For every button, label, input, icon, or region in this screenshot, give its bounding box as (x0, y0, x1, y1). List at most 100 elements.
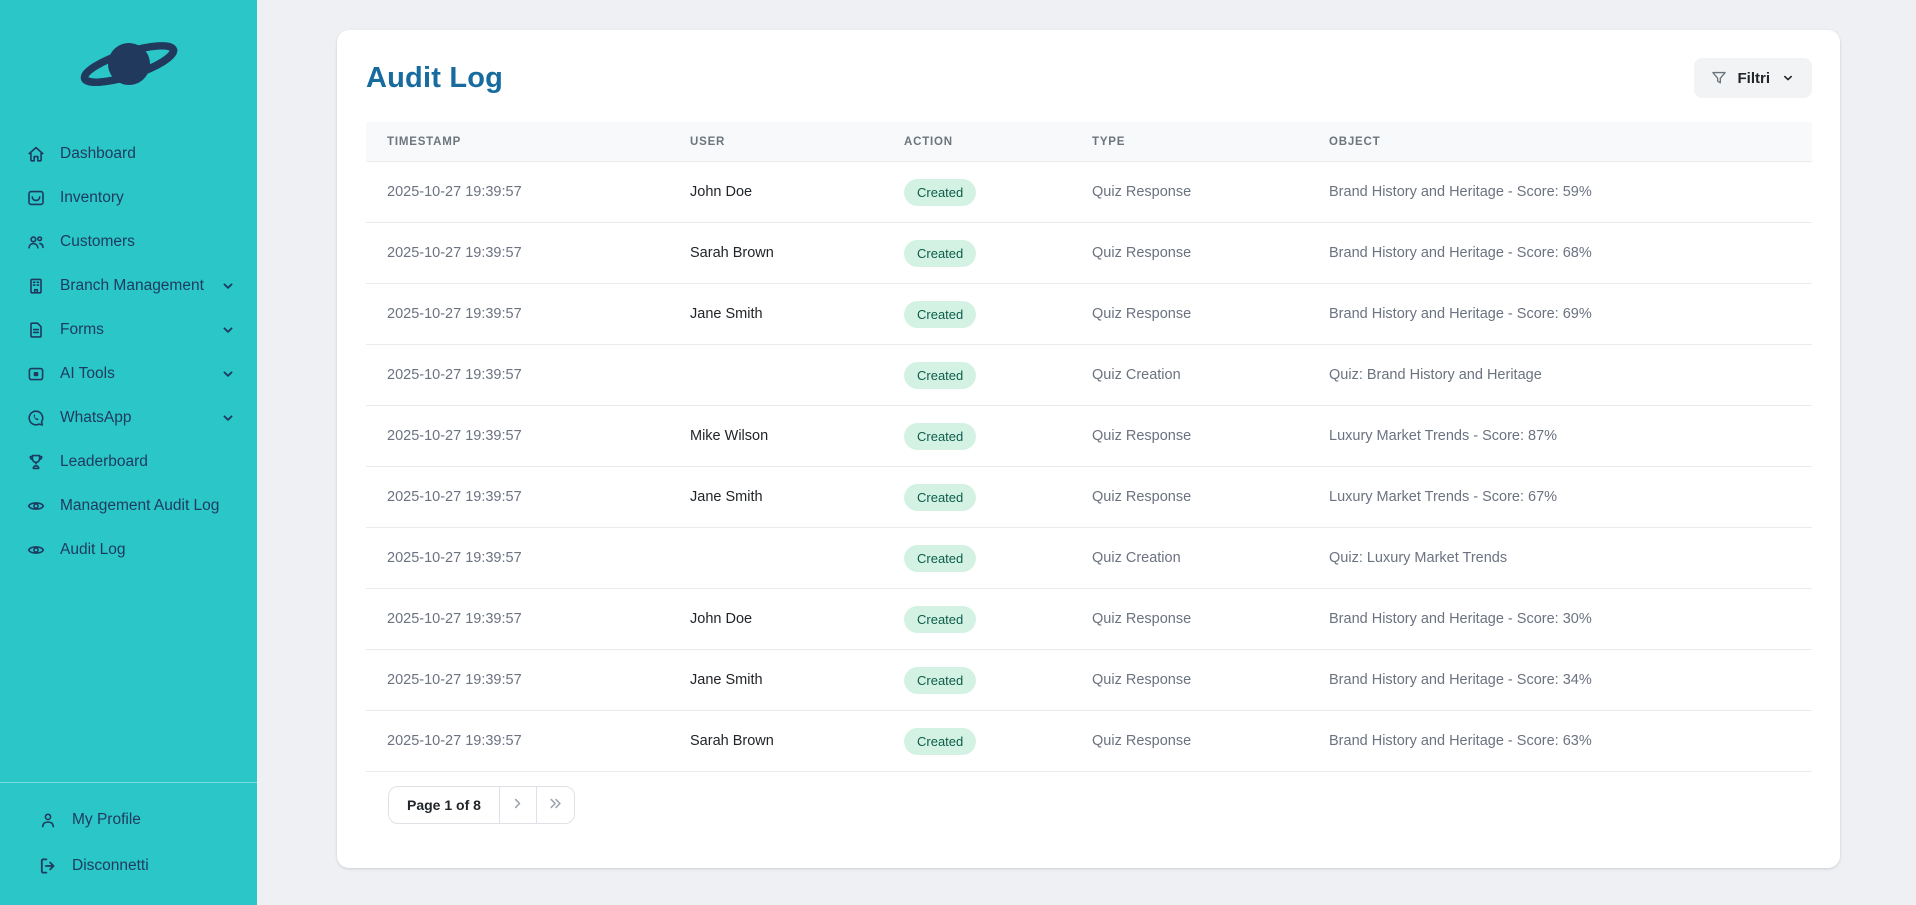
sidebar-item-label: Inventory (60, 189, 124, 207)
sidebar-footer-item-my-profile[interactable]: My Profile (0, 797, 257, 843)
cell-timestamp: 2025-10-27 19:39:57 (366, 733, 669, 749)
sidebar-item-label: Dashboard (60, 145, 136, 163)
cell-object: Brand History and Heritage - Score: 63% (1308, 733, 1812, 749)
next-page-button[interactable] (500, 787, 537, 823)
audit-log-card: Audit Log Filtri TIMESTAMPUSERACTIONTYPE… (337, 30, 1840, 868)
card-header: Audit Log Filtri (366, 58, 1812, 98)
cell-timestamp: 2025-10-27 19:39:57 (366, 184, 669, 200)
table-row: 2025-10-27 19:39:57Mike WilsonCreatedQui… (366, 406, 1812, 467)
cell-timestamp: 2025-10-27 19:39:57 (366, 306, 669, 322)
trophy-icon (26, 452, 46, 472)
status-badge: Created (904, 667, 976, 694)
column-header-type: TYPE (1071, 136, 1308, 148)
filters-button-label: Filtri (1738, 70, 1771, 87)
cell-action: Created (883, 484, 1071, 511)
sidebar-footer: My Profile Disconnetti (0, 782, 257, 905)
table-row: 2025-10-27 19:39:57Jane SmithCreatedQuiz… (366, 467, 1812, 528)
last-page-button[interactable] (537, 787, 574, 823)
sidebar-item-branch-management[interactable]: Branch Management (0, 264, 257, 308)
table-row: 2025-10-27 19:39:57Sarah Brown Created Qui… (366, 223, 1812, 284)
cell-object: Quiz: Brand History and Heritage (1308, 367, 1812, 383)
status-badge: Created (904, 606, 976, 633)
sidebar-item-label: Customers (60, 233, 135, 251)
cell-user: Jane Smith (669, 672, 883, 688)
cell-action: Created (883, 423, 1071, 450)
cell-type: Quiz Response (1071, 611, 1308, 627)
chevron-down-icon (219, 409, 237, 427)
cell-action: Created (883, 301, 1071, 328)
sidebar-footer-item-label: Disconnetti (72, 857, 149, 875)
cell-user: Jane Smith (669, 306, 883, 322)
sidebar: Dashboard Inventory Customers Branch Manage… (0, 0, 257, 905)
sidebar-item-inventory[interactable]: Inventory (0, 176, 257, 220)
cell-action: Created (883, 606, 1071, 633)
sidebar-item-label: WhatsApp (60, 409, 132, 427)
sidebar-item-leaderboard[interactable]: Leaderboard (0, 440, 257, 484)
cell-timestamp: 2025-10-27 19:39:57 (366, 367, 669, 383)
cell-action: Created (883, 667, 1071, 694)
sidebar-item-customers[interactable]: Customers (0, 220, 257, 264)
table-row: 2025-10-27 19:39:57Jane SmithCreatedQuiz… (366, 284, 1812, 345)
planet-icon (73, 31, 185, 102)
status-badge: Created (904, 423, 976, 450)
sidebar-footer-item-label: My Profile (72, 811, 141, 829)
cell-type: Quiz Response (1071, 672, 1308, 688)
pagination: Page 1 of 8 (388, 786, 575, 824)
table-row: 2025-10-27 19:39:57CreatedQuiz CreationQ… (366, 528, 1812, 589)
table-row: 2025-10-27 19:39:57Jane Smith Created Quiz… (366, 650, 1812, 711)
cell-type: Quiz Creation (1071, 367, 1308, 383)
cell-object: Brand History and Heritage - Score: 68% (1308, 245, 1812, 261)
table-row: 2025-10-27 19:39:57John Doe Created Quiz R… (366, 589, 1812, 650)
sidebar-item-dashboard[interactable]: Dashboard (0, 132, 257, 176)
cell-user: John Doe (669, 611, 883, 627)
home-icon (26, 144, 46, 164)
filters-button[interactable]: Filtri (1694, 58, 1813, 98)
status-badge: Created (904, 301, 976, 328)
page-title: Audit Log (366, 62, 503, 95)
sidebar-item-label: Management Audit Log (60, 497, 219, 515)
table-row: 2025-10-27 19:39:57John DoeCreatedQuiz R… (366, 162, 1812, 223)
status-badge: Created (904, 484, 976, 511)
cell-object: Brand History and Heritage - Score: 34% (1308, 672, 1812, 688)
cell-action: Created (883, 362, 1071, 389)
sidebar-item-ai-tools[interactable]: AI Tools (0, 352, 257, 396)
cell-timestamp: 2025-10-27 19:39:57 (366, 245, 669, 261)
cell-type: Quiz Response (1071, 245, 1308, 261)
ai-tools-icon (26, 364, 46, 384)
table-row: 2025-10-27 19:39:57Sarah BrownCreatedQui… (366, 711, 1812, 772)
column-header-timestamp: TIMESTAMP (366, 136, 669, 148)
sidebar-item-label: AI Tools (60, 365, 115, 383)
logout-icon (38, 856, 58, 876)
chevron-down-icon (219, 321, 237, 339)
table-body: 2025-10-27 19:39:57John DoeCreatedQuiz R… (366, 162, 1812, 772)
chevron-down-icon (219, 365, 237, 383)
sidebar-item-management-audit-log[interactable]: Management Audit Log (0, 484, 257, 528)
sidebar-footer-item-disconnetti[interactable]: Disconnetti (0, 843, 257, 889)
cell-timestamp: 2025-10-27 19:39:57 (366, 611, 669, 627)
sidebar-item-audit-log[interactable]: Audit Log (0, 528, 257, 572)
table-row: 2025-10-27 19:39:57 CreatedQuiz CreationQ… (366, 345, 1812, 406)
cell-timestamp: 2025-10-27 19:39:57 (366, 428, 669, 444)
sidebar-item-label: Branch Management (60, 277, 204, 295)
sidebar-item-forms[interactable]: Forms (0, 308, 257, 352)
audit-table: TIMESTAMPUSERACTIONTYPEOBJECT 2025-10-27… (366, 122, 1812, 772)
cell-action: Created (883, 728, 1071, 755)
sidebar-item-label: Leaderboard (60, 453, 148, 471)
cell-timestamp: 2025-10-27 19:39:57 (366, 550, 669, 566)
cell-type: Quiz Response (1071, 184, 1308, 200)
column-header-action: ACTION (883, 136, 1071, 148)
sidebar-item-label: Forms (60, 321, 104, 339)
chevron-right-icon (509, 795, 526, 815)
sidebar-item-label: Audit Log (60, 541, 126, 559)
cell-action: Created (883, 545, 1071, 572)
cell-object: Luxury Market Trends - Score: 67% (1308, 489, 1812, 505)
cell-type: Quiz Response (1071, 489, 1308, 505)
column-header-user: USER (669, 136, 883, 148)
sidebar-item-whatsapp[interactable]: WhatsApp (0, 396, 257, 440)
cell-object: Luxury Market Trends - Score: 87% (1308, 428, 1812, 444)
cell-timestamp: 2025-10-27 19:39:57 (366, 672, 669, 688)
status-badge: Created (904, 240, 976, 267)
cell-timestamp: 2025-10-27 19:39:57 (366, 489, 669, 505)
customers-icon (26, 232, 46, 252)
cell-user: Sarah Brown (669, 245, 883, 261)
